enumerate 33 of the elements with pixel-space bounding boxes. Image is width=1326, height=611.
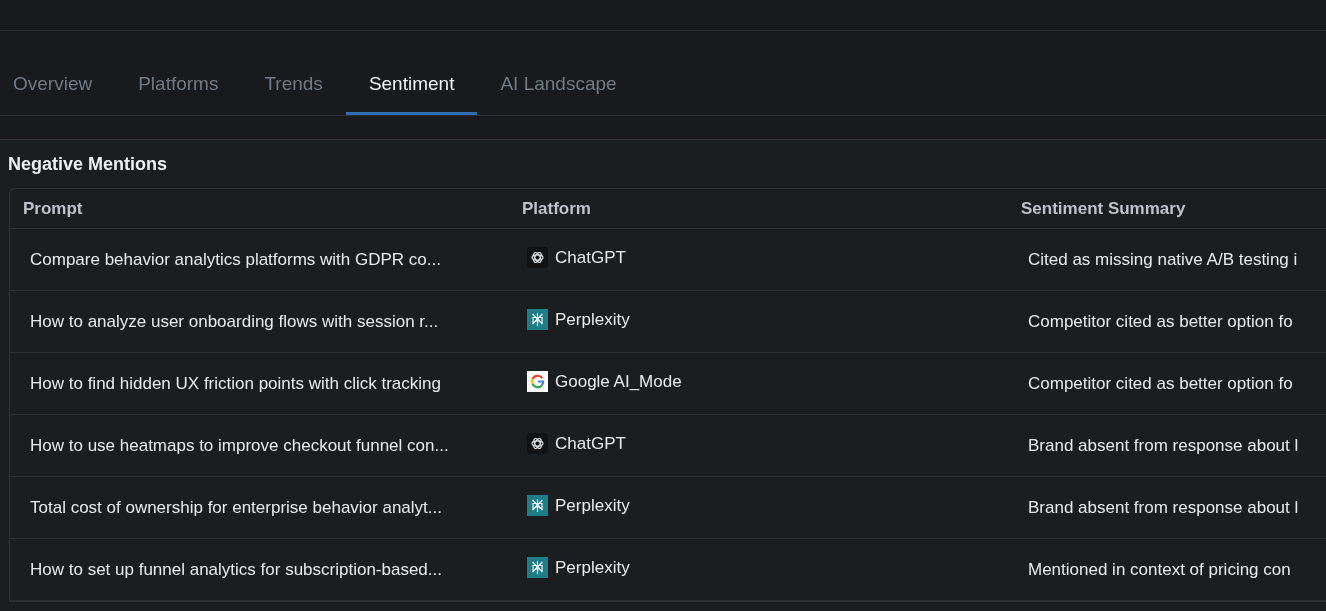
table-cell: How to find hidden UX friction points with click tracking	[30, 373, 441, 394]
platform-name: Google AI_Mode	[555, 371, 682, 392]
table-cell: Mentioned in context of pricing con	[1028, 559, 1291, 580]
column-header: Platform	[521, 198, 591, 219]
tab[interactable]: AI Landscape	[477, 58, 640, 115]
table-cell: Brand absent from response about l	[1028, 497, 1299, 518]
table-cell: Total cost of ownership for enterprise behavior analyt...	[30, 497, 442, 518]
platform-name: ChatGPT	[555, 247, 626, 268]
g-logo-icon	[527, 371, 548, 392]
table-cell: Competitor cited as better option fo	[1028, 311, 1293, 332]
asterisk-logo-icon	[527, 557, 548, 578]
platform-name: Perplexity	[555, 557, 630, 578]
tab[interactable]: Trends	[241, 58, 346, 115]
table-cell: Compare behavior analytics platforms with GDPR co...	[30, 249, 441, 270]
platform-name: Perplexity	[555, 495, 630, 516]
tab[interactable]: Sentiment	[345, 58, 478, 115]
table-cell: Competitor cited as better option fo	[1028, 373, 1293, 394]
platform-name: ChatGPT	[555, 433, 626, 454]
table-cell: How to analyze user onboarding flows with session r...	[30, 311, 439, 332]
asterisk-logo-icon	[527, 495, 548, 516]
tab[interactable]: Platforms	[115, 58, 242, 115]
column-header: Prompt	[22, 198, 83, 219]
knot-logo-icon	[527, 247, 548, 268]
tab[interactable]: Overview	[0, 58, 116, 115]
column-header: Sentiment Summary	[1020, 198, 1186, 219]
asterisk-logo-icon	[527, 309, 548, 330]
table-cell: Brand absent from response about l	[1028, 435, 1299, 456]
table-cell: Cited as missing native A/B testing i	[1028, 249, 1298, 270]
table-cell: How to use heatmaps to improve checkout funnel con...	[30, 435, 449, 456]
platform-name: Perplexity	[555, 309, 630, 330]
table-cell: How to set up funnel analytics for subscription-based...	[30, 559, 442, 580]
section-title: Negative Mentions	[8, 153, 169, 175]
knot-logo-icon	[527, 433, 548, 454]
